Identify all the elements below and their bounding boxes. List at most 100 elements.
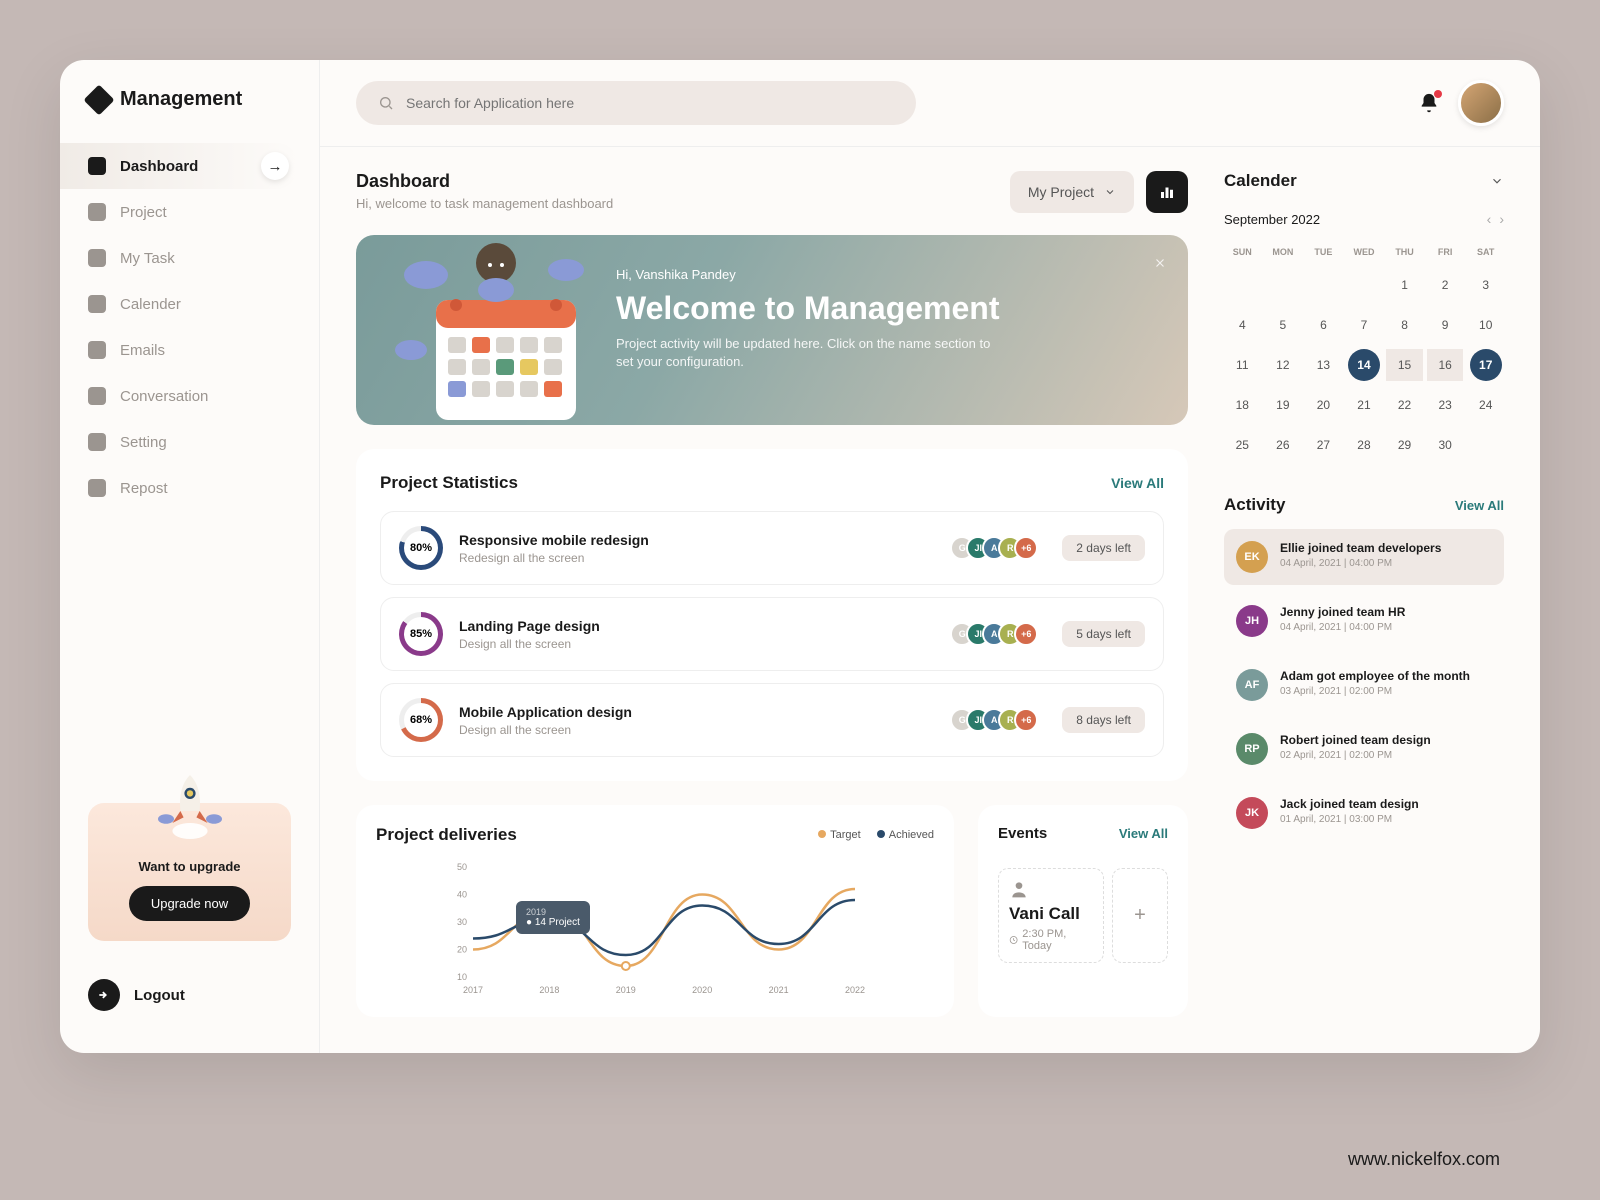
calendar-day[interactable]: 29 (1389, 429, 1421, 461)
stat-row[interactable]: 68% Mobile Application design Design all… (380, 683, 1164, 757)
activity-item[interactable]: JK Jack joined team design 01 April, 202… (1224, 785, 1504, 841)
calendar-day[interactable]: 10 (1470, 309, 1502, 341)
logout-button[interactable]: Logout (60, 965, 319, 1025)
activity-time: 02 April, 2021 | 02:00 PM (1280, 750, 1431, 761)
sidebar-item-conversation[interactable]: Conversation (60, 373, 319, 419)
sidebar-item-calender[interactable]: Calender (60, 281, 319, 327)
deliveries-card: Project deliveries Target Achieved 10203… (356, 805, 954, 1017)
calendar-day[interactable]: 3 (1470, 269, 1502, 301)
svg-text:2021: 2021 (769, 985, 789, 995)
calendar-day[interactable]: 25 (1226, 429, 1258, 461)
search-field[interactable] (356, 81, 916, 125)
calendar-day[interactable]: 13 (1307, 349, 1339, 381)
user-avatar[interactable] (1458, 80, 1504, 126)
upgrade-text: Want to upgrade (104, 859, 275, 874)
chart-button[interactable] (1146, 171, 1188, 213)
watermark: www.nickelfox.com (1348, 1149, 1500, 1170)
calendar-day[interactable]: 22 (1389, 389, 1421, 421)
stat-row[interactable]: 80% Responsive mobile redesign Redesign … (380, 511, 1164, 585)
calendar-illustration (376, 235, 606, 435)
activity-avatar: EK (1236, 541, 1268, 573)
activity-item[interactable]: RP Robert joined team design 02 April, 2… (1224, 721, 1504, 777)
calendar-day[interactable]: 17 (1470, 349, 1502, 381)
events-title: Events (998, 825, 1047, 842)
calendar-day[interactable]: 23 (1429, 389, 1461, 421)
calendar-dow: SUN (1224, 241, 1261, 263)
calendar-day[interactable]: 12 (1267, 349, 1299, 381)
calendar-day[interactable]: 30 (1429, 429, 1461, 461)
statistics-view-all[interactable]: View All (1111, 475, 1164, 491)
close-icon (1153, 256, 1167, 270)
due-badge: 8 days left (1062, 707, 1145, 733)
calendar-day[interactable]: 4 (1226, 309, 1258, 341)
activity-avatar: JK (1236, 797, 1268, 829)
calendar-day[interactable]: 27 (1307, 429, 1339, 461)
progress-ring: 85% (399, 612, 443, 656)
activity-text: Jenny joined team HR (1280, 605, 1405, 619)
close-button[interactable] (1148, 251, 1172, 275)
event-item[interactable]: Vani Call 2:30 PM, Today (998, 868, 1104, 963)
calendar-day[interactable]: 24 (1470, 389, 1502, 421)
activity-view-all[interactable]: View All (1455, 498, 1504, 513)
deliveries-title: Project deliveries (376, 825, 517, 845)
sidebar-item-repost[interactable]: Repost (60, 465, 319, 511)
sidebar-item-dashboard[interactable]: Dashboard→ (60, 143, 299, 189)
calendar-day[interactable]: 2 (1429, 269, 1461, 301)
calendar-day[interactable]: 14 (1348, 349, 1380, 381)
calendar-prev[interactable]: ‹ (1487, 211, 1492, 227)
avatar-group: GJIAR+6 (958, 708, 1038, 732)
svg-text:2018: 2018 (539, 985, 559, 995)
sidebar: Management Dashboard→ProjectMy TaskCalen… (60, 60, 320, 1053)
activity-item[interactable]: JH Jenny joined team HR 04 April, 2021 |… (1224, 593, 1504, 649)
svg-text:40: 40 (457, 890, 467, 900)
due-badge: 2 days left (1062, 535, 1145, 561)
calendar-day[interactable]: 8 (1389, 309, 1421, 341)
upgrade-button[interactable]: Upgrade now (129, 886, 250, 921)
calendar-day[interactable]: 21 (1348, 389, 1380, 421)
stat-title: Mobile Application design (459, 704, 942, 720)
brand-logo: Management (60, 88, 319, 135)
activity-title: Activity (1224, 495, 1285, 515)
banner-title: Welcome to Management (616, 290, 1148, 327)
calendar-day[interactable]: 28 (1348, 429, 1380, 461)
sidebar-item-my-task[interactable]: My Task (60, 235, 319, 281)
calendar-day[interactable]: 11 (1226, 349, 1258, 381)
calendar-day[interactable]: 1 (1389, 269, 1421, 301)
project-select[interactable]: My Project (1010, 171, 1134, 213)
calendar-day[interactable]: 7 (1348, 309, 1380, 341)
calendar-day[interactable]: 19 (1267, 389, 1299, 421)
calendar-next[interactable]: › (1499, 211, 1504, 227)
activity-item[interactable]: EK Ellie joined team developers 04 April… (1224, 529, 1504, 585)
calendar-day[interactable]: 16 (1427, 349, 1464, 381)
events-view-all[interactable]: View All (1119, 826, 1168, 841)
stat-row[interactable]: 85% Landing Page design Design all the s… (380, 597, 1164, 671)
main: Dashboard Hi, welcome to task management… (320, 60, 1540, 1053)
welcome-banner: Hi, Vanshika Pandey Welcome to Managemen… (356, 235, 1188, 425)
calendar-day[interactable]: 20 (1307, 389, 1339, 421)
page-subtitle: Hi, welcome to task management dashboard (356, 196, 613, 211)
calendar-day[interactable]: 5 (1267, 309, 1299, 341)
brand-label: Management (120, 88, 242, 111)
calendar-day[interactable]: 18 (1226, 389, 1258, 421)
notification-button[interactable] (1418, 92, 1440, 114)
calendar-day[interactable]: 15 (1386, 349, 1423, 381)
svg-text:50: 50 (457, 862, 467, 872)
add-event-button[interactable]: + (1112, 868, 1168, 963)
chevron-down-icon[interactable] (1490, 174, 1504, 188)
sidebar-item-emails[interactable]: Emails (60, 327, 319, 373)
avatar-chip: +6 (1014, 622, 1038, 646)
calendar-day[interactable]: 6 (1307, 309, 1339, 341)
sidebar-item-project[interactable]: Project (60, 189, 319, 235)
calendar-day[interactable]: 9 (1429, 309, 1461, 341)
activity-item[interactable]: AF Adam got employee of the month 03 Apr… (1224, 657, 1504, 713)
nav-icon (88, 203, 106, 221)
progress-ring: 68% (399, 698, 443, 742)
activity-time: 04 April, 2021 | 04:00 PM (1280, 622, 1405, 633)
calendar-day[interactable]: 26 (1267, 429, 1299, 461)
search-input[interactable] (406, 95, 894, 111)
avatar-chip: +6 (1014, 536, 1038, 560)
activity-time: 03 April, 2021 | 02:00 PM (1280, 686, 1470, 697)
sidebar-item-setting[interactable]: Setting (60, 419, 319, 465)
activity-text: Ellie joined team developers (1280, 541, 1441, 555)
nav-icon (88, 479, 106, 497)
